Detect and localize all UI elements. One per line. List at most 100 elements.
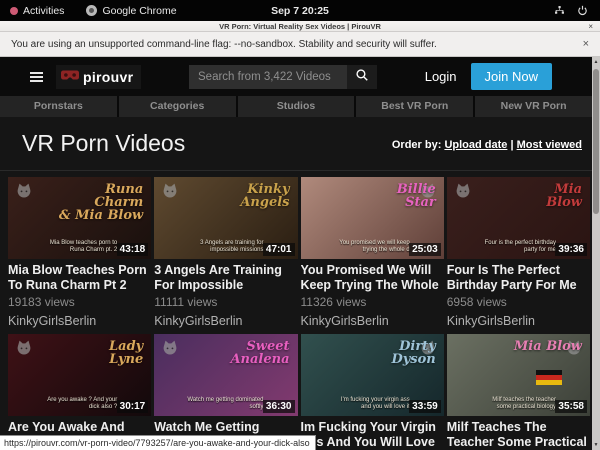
video-title-link[interactable]: Im Fucking Your Virgin Ass And You Will … — [301, 420, 444, 450]
video-title-link[interactable]: Milf Teaches The Teacher Some Practical … — [447, 420, 590, 450]
thumbnail-caption: I'm fucking your virgin ass and you will… — [330, 397, 410, 411]
page-scrollbar[interactable]: ▲ ▼ — [592, 57, 600, 450]
clock[interactable]: Sep 7 20:25 — [0, 5, 600, 17]
video-title-link[interactable]: You Promised We Will Keep Trying The Who… — [301, 263, 444, 293]
duration-badge: 33:59 — [409, 400, 441, 413]
menu-item-label: New VR Porn — [501, 100, 567, 112]
thumbnail-performer-name: Lady Lyne — [109, 340, 143, 366]
video-thumbnail[interactable]: Sweet Analena Watch me getting dominated… — [154, 334, 297, 416]
status-url-tooltip: https://pirouvr.com/vr-porn-video/779325… — [0, 435, 316, 450]
vr-goggles-icon — [61, 68, 79, 86]
search-icon — [355, 68, 369, 85]
thumbnail-performer-name: Mia Blow — [546, 183, 582, 209]
studio-cat-mask-icon — [160, 339, 180, 362]
site-header: pirouvr Login Join Now — [0, 57, 600, 96]
menu-item-label: Categories — [150, 100, 204, 112]
main-menu-item[interactable]: Pornstars — [0, 96, 117, 117]
video-card: Kinky Angels 3 Angels are training for i… — [154, 177, 297, 330]
duration-badge: 30:17 — [117, 400, 149, 413]
gnome-top-bar: Activities Google Chrome Sep 7 20:25 — [0, 0, 600, 21]
duration-badge: 43:18 — [117, 243, 149, 256]
thumbnail-performer-name: Mia Blow — [514, 340, 582, 353]
video-studio-link[interactable]: KinkyGirlsBerlin — [8, 314, 151, 330]
scroll-up-arrow-icon[interactable]: ▲ — [592, 58, 600, 66]
site-logo[interactable]: pirouvr — [56, 65, 141, 89]
thumbnail-performer-name: Dirty Dyson — [391, 340, 435, 366]
scroll-down-arrow-icon[interactable]: ▼ — [592, 441, 600, 449]
video-card: Mia Blow Four is the perfect birthday pa… — [447, 177, 590, 330]
duration-badge: 35:58 — [555, 400, 587, 413]
order-by-upload-date-link[interactable]: Upload date — [444, 139, 507, 151]
video-title-link[interactable]: Mia Blow Teaches Porn To Runa Charm Pt 2 — [8, 263, 151, 293]
order-by-most-viewed-link[interactable]: Most viewed — [517, 139, 582, 151]
studio-cat-mask-icon — [453, 182, 473, 205]
thumbnail-performer-name: Billie Star — [397, 183, 436, 209]
main-menu-item[interactable]: Best VR Porn — [356, 96, 473, 117]
warning-message: You are using an unsupported command-lin… — [0, 39, 437, 50]
login-link[interactable]: Login — [425, 69, 457, 84]
thumbnail-caption: You promised we will keep trying the who… — [330, 240, 410, 254]
order-by-label: Order by: — [392, 139, 442, 151]
video-title-link[interactable]: Four Is The Perfect Birthday Party For M… — [447, 263, 590, 293]
duration-badge: 36:30 — [263, 400, 295, 413]
main-menu-item[interactable]: New VR Porn — [475, 96, 592, 117]
duration-badge: 39:36 — [555, 243, 587, 256]
video-title-link[interactable]: 3 Angels Are Training For Impossible Mis… — [154, 263, 297, 293]
main-content: VR Porn Videos Order by: Upload date | M… — [0, 117, 600, 450]
video-studio-link[interactable]: KinkyGirlsBerlin — [154, 314, 297, 330]
video-card: Dirty Dyson I'm fucking your virgin ass … — [301, 334, 444, 450]
video-thumbnail[interactable]: Dirty Dyson I'm fucking your virgin ass … — [301, 334, 444, 416]
thumbnail-caption: Watch me getting dominated softly — [184, 397, 264, 411]
video-card: Billie Star You promised we will keep tr… — [301, 177, 444, 330]
video-thumbnail[interactable]: Kinky Angels 3 Angels are training for i… — [154, 177, 297, 259]
video-thumbnail[interactable]: Mia Blow Milf teaches the teacher some p… — [447, 334, 590, 416]
duration-badge: 47:01 — [263, 243, 295, 256]
hamburger-menu-icon[interactable] — [30, 72, 43, 82]
video-studio-link[interactable]: KinkyGirlsBerlin — [301, 314, 444, 330]
menu-item-label: Best VR Porn — [381, 100, 448, 112]
video-views: 11111 views — [154, 295, 297, 309]
video-thumbnail[interactable]: Mia Blow Four is the perfect birthday pa… — [447, 177, 590, 259]
main-menu: Pornstars Categories Studios Best VR Porn Ne… — [0, 96, 600, 117]
german-flag-icon — [536, 370, 562, 385]
thumbnail-caption: Are you awake ? And your dick also ? — [37, 397, 117, 411]
thumbnail-performer-name: Runa Charm & Mia Blow — [59, 183, 143, 222]
logo-text: pirouvr — [83, 69, 133, 85]
video-card: Sweet Analena Watch me getting dominated… — [154, 334, 297, 450]
video-views: 19183 views — [8, 295, 151, 309]
duration-badge: 25:03 — [409, 243, 441, 256]
main-menu-item[interactable]: Studios — [238, 96, 355, 117]
search-input[interactable] — [189, 65, 347, 89]
menu-item-label: Studios — [277, 100, 316, 112]
video-studio-link[interactable]: KinkyGirlsBerlin — [447, 314, 590, 330]
window-title: VR Porn: Virtual Reality Sex Videos | Pi… — [219, 22, 381, 31]
video-card: Runa Charm & Mia Blow Mia Blow teaches p… — [8, 177, 151, 330]
studio-cat-mask-icon — [14, 339, 34, 362]
video-grid: Runa Charm & Mia Blow Mia Blow teaches p… — [0, 171, 600, 450]
video-card: Mia Blow Milf teaches the teacher some p… — [447, 334, 590, 450]
page-title: VR Porn Videos — [22, 130, 185, 170]
studio-cat-mask-icon — [160, 182, 180, 205]
warning-close-icon[interactable]: × — [583, 38, 589, 50]
order-by-controls: Order by: Upload date | Most viewed — [392, 139, 582, 170]
thumbnail-caption: Mia Blow teaches porn to Runa Charm pt. … — [37, 240, 117, 254]
scrollbar-thumb[interactable] — [593, 69, 599, 214]
video-thumbnail[interactable]: Lady Lyne Are you awake ? And your dick … — [8, 334, 151, 416]
video-thumbnail[interactable]: Runa Charm & Mia Blow Mia Blow teaches p… — [8, 177, 151, 259]
video-views: 11326 views — [301, 295, 444, 309]
screen: Activities Google Chrome Sep 7 20:25 VR … — [0, 0, 600, 450]
window-title-bar: VR Porn: Virtual Reality Sex Videos | Pi… — [0, 21, 600, 32]
search-bar — [189, 65, 377, 89]
window-close-icon[interactable]: × — [588, 22, 593, 31]
sandbox-warning-bar: You are using an unsupported command-lin… — [0, 32, 600, 57]
thumbnail-caption: Milf teaches the teacher some practical … — [476, 397, 556, 411]
video-thumbnail[interactable]: Billie Star You promised we will keep tr… — [301, 177, 444, 259]
video-views: 6958 views — [447, 295, 590, 309]
join-now-button[interactable]: Join Now — [471, 63, 552, 90]
main-menu-item[interactable]: Categories — [119, 96, 236, 117]
thumbnail-caption: Four is the perfect birthday party for m… — [476, 240, 556, 254]
menu-item-label: Pornstars — [34, 100, 83, 112]
thumbnail-caption: 3 Angels are training for impossible mis… — [184, 240, 264, 254]
order-by-separator: | — [507, 139, 516, 151]
search-button[interactable] — [347, 65, 377, 89]
